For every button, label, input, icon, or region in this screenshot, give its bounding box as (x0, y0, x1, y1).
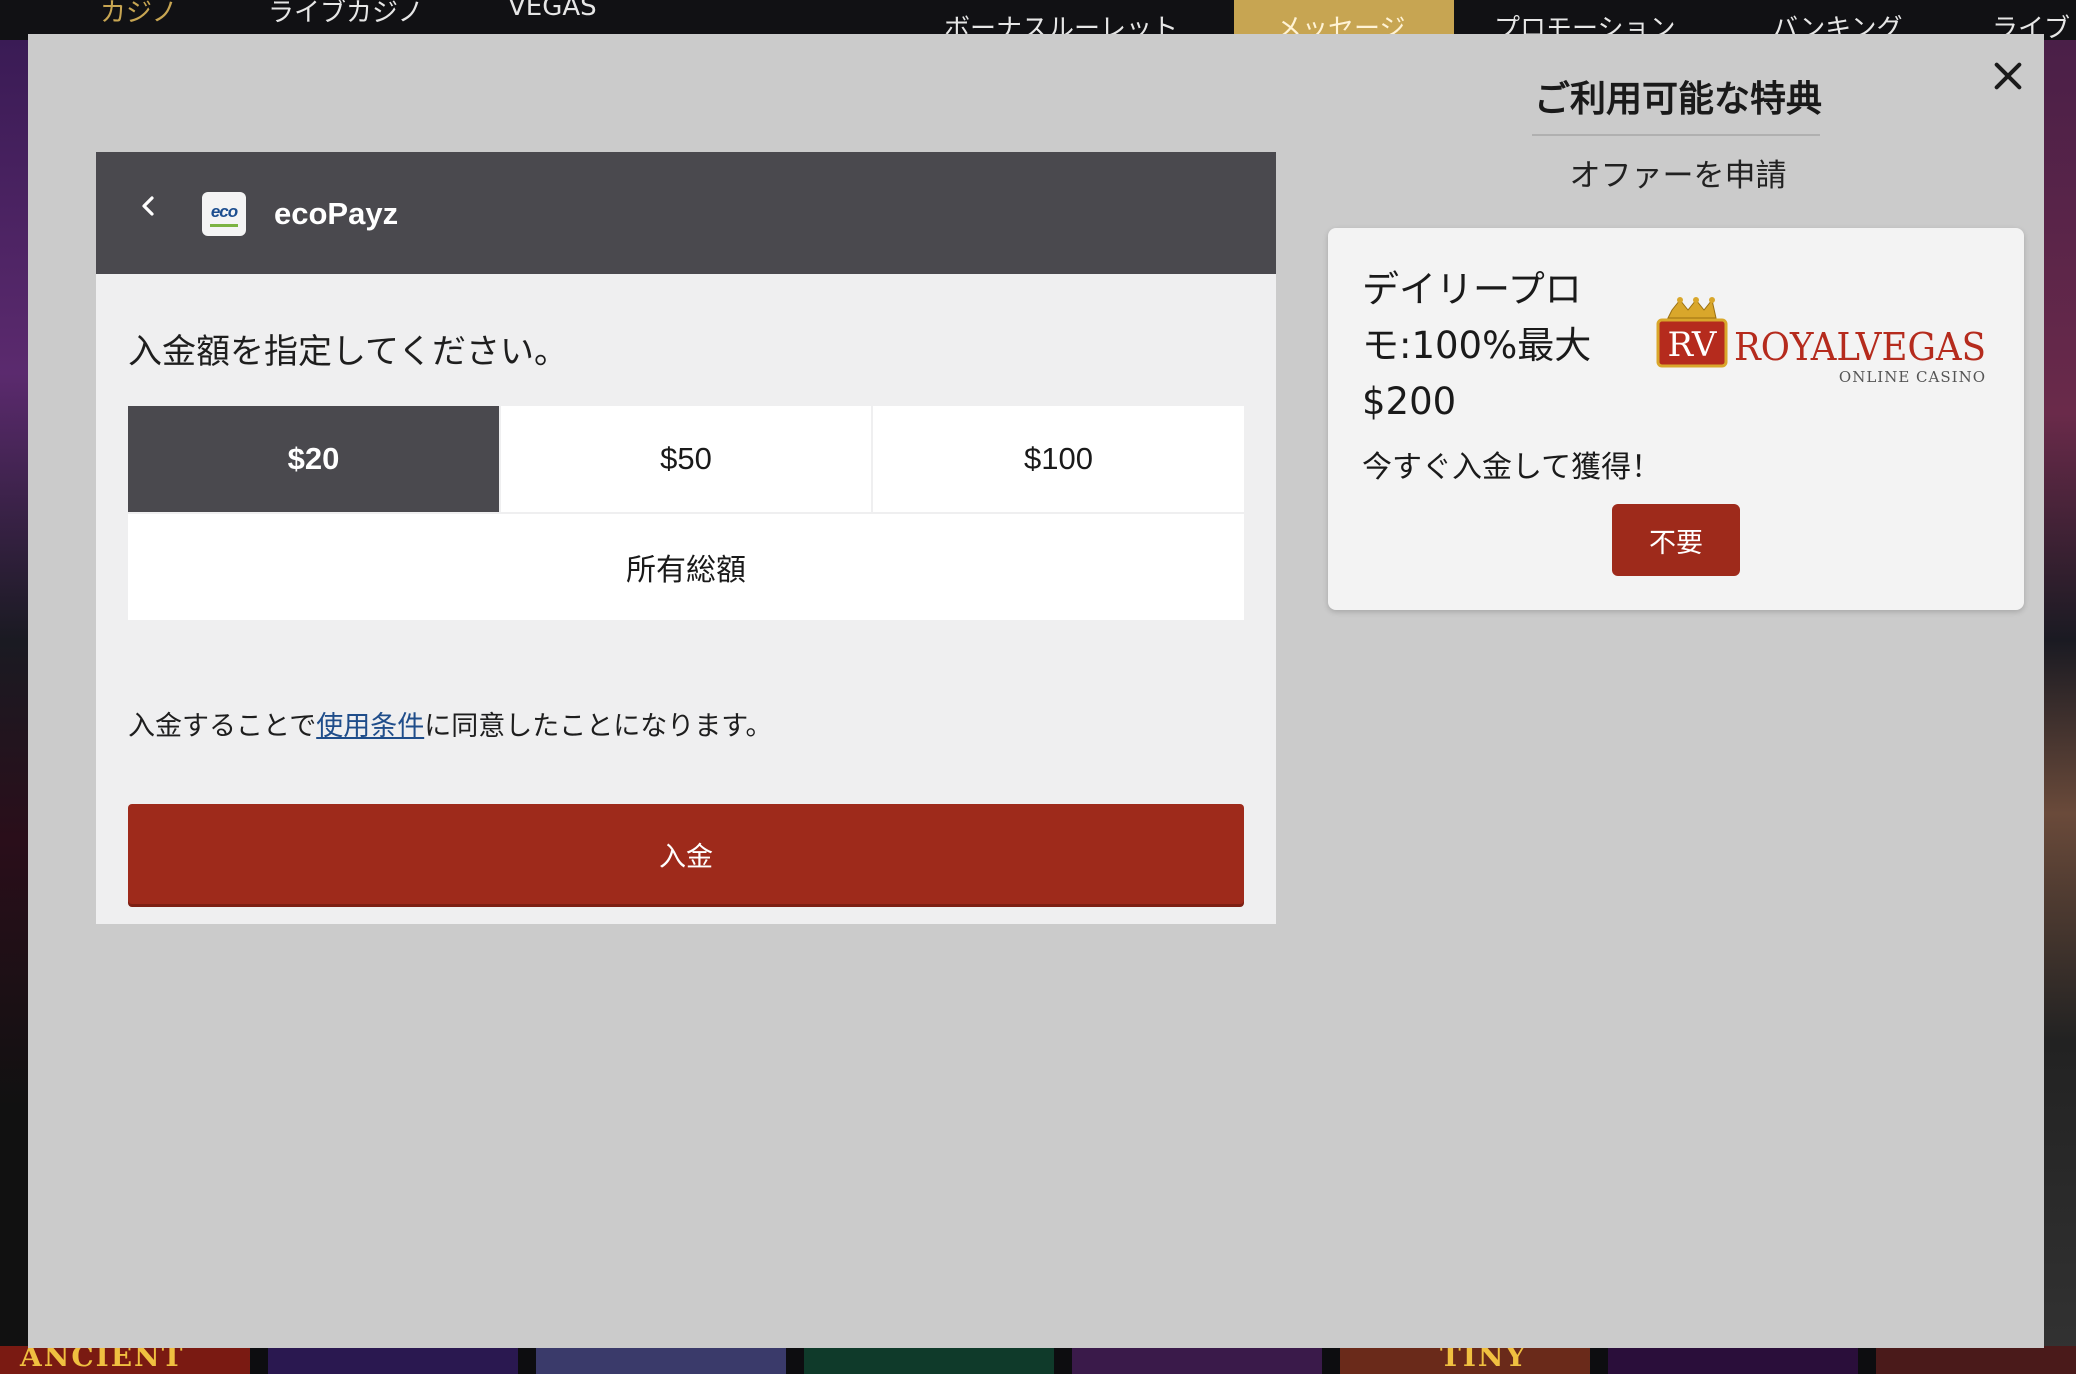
deposit-panel: eco ecoPayz 入金額を指定してください。 $20 $50 $100 所… (96, 152, 1276, 924)
decline-offer-button[interactable]: 不要 (1612, 504, 1740, 576)
game-tile[interactable] (536, 1346, 786, 1374)
background-left-strip (0, 40, 28, 1374)
offers-title: ご利用可能な特典 (1533, 79, 1822, 120)
game-tile[interactable] (268, 1346, 518, 1374)
ecopayz-logo-icon: eco (202, 192, 246, 236)
deposit-button[interactable]: 入金 (128, 804, 1244, 904)
amount-option-full-balance[interactable]: 所有総額 (128, 514, 1244, 620)
offer-card: デイリープロモ:100%最大$200 RV ROYALVEGAS ONLINE … (1328, 228, 2024, 610)
amount-option-50[interactable]: $50 (501, 406, 871, 512)
background-game-tiles: ANCIENT TINY (0, 1340, 2076, 1374)
ecopayz-logo-text: eco (210, 202, 238, 221)
terms-statement: 入金することで使用条件に同意したことになります。 (128, 704, 773, 743)
game-tile[interactable] (1072, 1346, 1322, 1374)
background-right-strip (2042, 40, 2076, 1374)
amount-options: $20 $50 $100 所有総額 (128, 406, 1244, 622)
offer-title: デイリープロモ:100%最大$200 (1362, 268, 1592, 423)
nav-item-casino[interactable]: カジノ (100, 0, 177, 29)
offers-divider (1532, 134, 1820, 136)
game-tile[interactable] (1876, 1346, 2076, 1374)
brand-badge: RV (1668, 325, 1718, 365)
amount-prompt: 入金額を指定してください。 (128, 332, 568, 372)
terms-prefix: 入金することで (128, 711, 317, 742)
chevron-left-icon[interactable] (136, 194, 160, 218)
claim-offer-subtitle: オファーを申請 (1569, 158, 1787, 194)
nav-item-live-casino[interactable]: ライブカジノ (268, 0, 423, 29)
nav-item-vegas[interactable]: VEGAS (508, 0, 597, 22)
game-tile[interactable] (1608, 1346, 1858, 1374)
amount-option-20[interactable]: $20 (128, 406, 499, 512)
crown-icon (1667, 297, 1717, 319)
amount-option-100[interactable]: $100 (873, 406, 1244, 512)
offer-description: 今すぐ入金して獲得！ (1362, 450, 1662, 485)
terms-link[interactable]: 使用条件 (316, 711, 424, 742)
ecopayz-logo-bar (210, 224, 238, 227)
game-tile[interactable] (804, 1346, 1054, 1374)
close-icon[interactable] (1986, 54, 2030, 98)
game-tile[interactable]: TINY (1340, 1340, 1590, 1374)
game-tile[interactable]: ANCIENT (0, 1340, 250, 1374)
terms-suffix: に同意したことになります。 (424, 711, 773, 742)
brand-tagline: ONLINE CASINO (1839, 368, 1986, 386)
panel-header: eco ecoPayz (96, 152, 1276, 274)
deposit-modal: eco ecoPayz 入金額を指定してください。 $20 $50 $100 所… (28, 34, 2044, 1348)
royal-vegas-logo: RV ROYALVEGAS ONLINE CASINO (1650, 296, 1990, 392)
payment-method-name: ecoPayz (274, 196, 399, 231)
brand-name: ROYALVEGAS (1734, 325, 1986, 369)
